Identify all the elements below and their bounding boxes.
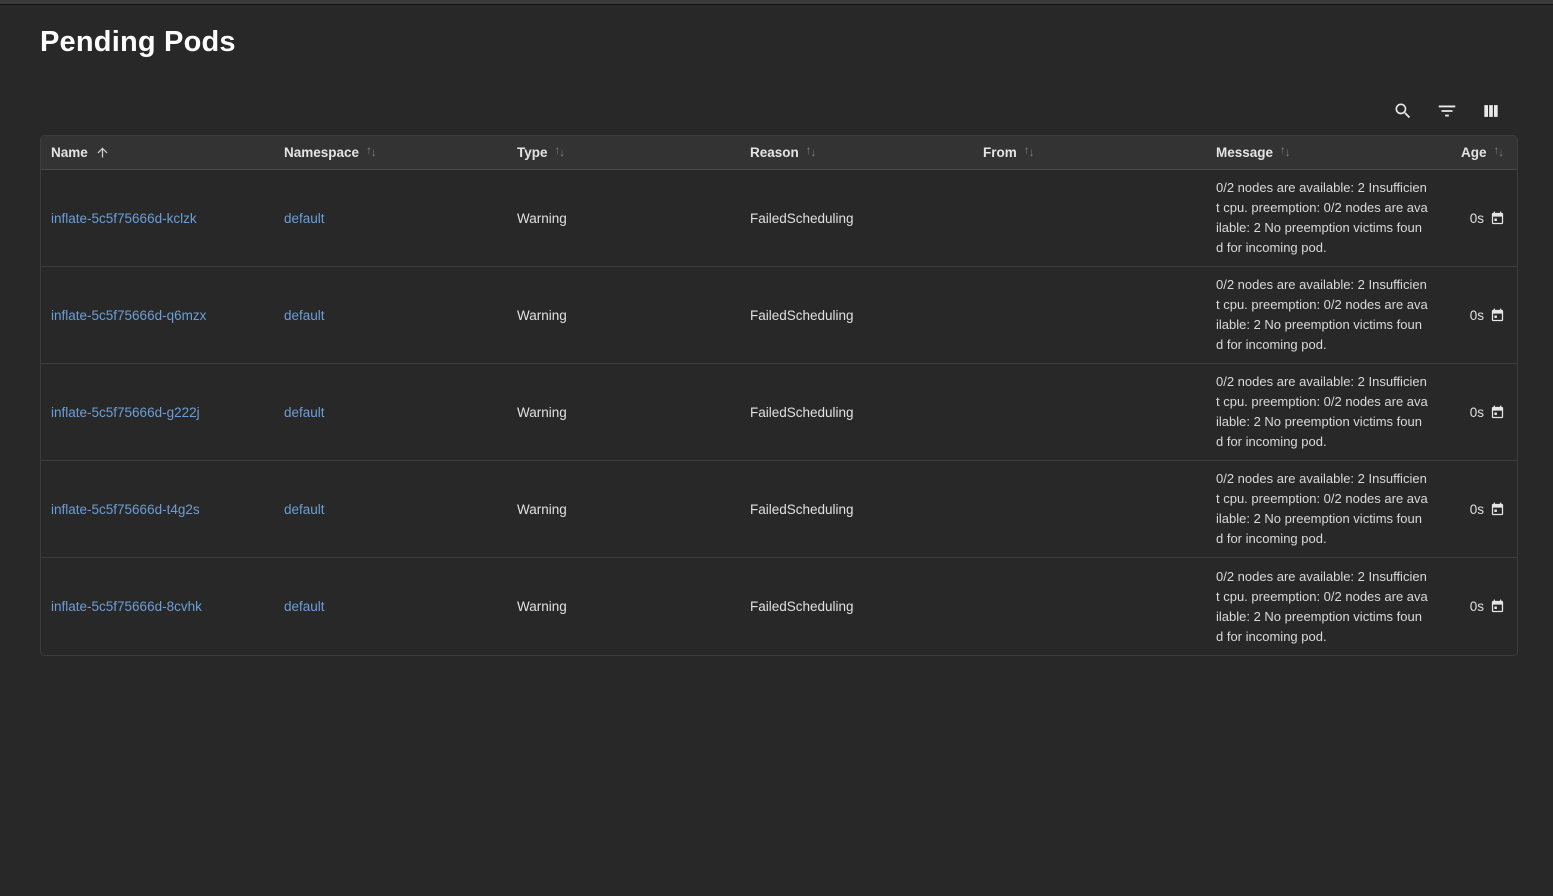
sort-icon: ↑↓: [555, 147, 565, 159]
namespace-cell: default: [274, 461, 507, 558]
pod-name-link[interactable]: inflate-5c5f75666d-g222j: [51, 405, 200, 420]
pod-name-link[interactable]: inflate-5c5f75666d-t4g2s: [51, 502, 200, 517]
pod-name-cell: inflate-5c5f75666d-t4g2s: [41, 461, 274, 558]
reason-cell: FailedScheduling: [740, 558, 973, 655]
age-cell: 0s: [1439, 461, 1517, 558]
table-row: inflate-5c5f75666d-g222j default Warning…: [41, 364, 1517, 461]
filter-icon: [1436, 100, 1458, 122]
pending-pods-table: Name ↑↓ Namespace ↑↓ Type ↑↓ Reason: [40, 135, 1518, 656]
table-row: inflate-5c5f75666d-kclzk default Warning…: [41, 170, 1517, 267]
reason-cell: FailedScheduling: [740, 267, 973, 364]
table-header: Name ↑↓ Namespace ↑↓ Type ↑↓ Reason: [41, 136, 1517, 170]
pod-name-link[interactable]: inflate-5c5f75666d-q6mzx: [51, 308, 206, 323]
namespace-link[interactable]: default: [284, 599, 325, 614]
pod-name-link[interactable]: inflate-5c5f75666d-8cvhk: [51, 599, 202, 614]
column-label: Name: [51, 145, 88, 160]
sort-icon: ↑↓: [1494, 147, 1504, 159]
pod-name-cell: inflate-5c5f75666d-8cvhk: [41, 558, 274, 655]
view-columns-icon: [1481, 101, 1501, 121]
type-cell: Warning: [507, 364, 740, 461]
message-cell: 0/2 nodes are available: 2 Insufficient …: [1206, 364, 1439, 461]
sort-icon: ↑↓: [1280, 147, 1290, 159]
search-icon: [1393, 101, 1413, 121]
namespace-cell: default: [274, 558, 507, 655]
calendar-icon: [1490, 308, 1505, 323]
column-header[interactable]: From ↑↓: [973, 136, 1206, 170]
age-value: 0s: [1470, 599, 1484, 614]
column-label: From: [983, 145, 1017, 160]
calendar-icon: [1490, 211, 1505, 226]
type-cell: Warning: [507, 461, 740, 558]
type-cell: Warning: [507, 558, 740, 655]
message-cell: 0/2 nodes are available: 2 Insufficient …: [1206, 461, 1439, 558]
pod-name-cell: inflate-5c5f75666d-q6mzx: [41, 267, 274, 364]
column-header[interactable]: Message ↑↓: [1206, 136, 1439, 170]
column-header[interactable]: Namespace ↑↓: [274, 136, 507, 170]
age-cell: 0s: [1439, 267, 1517, 364]
age-cell: 0s: [1439, 558, 1517, 655]
column-label: Age: [1461, 145, 1487, 160]
age-cell: 0s: [1439, 170, 1517, 267]
pod-name-link[interactable]: inflate-5c5f75666d-kclzk: [51, 211, 197, 226]
type-cell: Warning: [507, 170, 740, 267]
namespace-cell: default: [274, 267, 507, 364]
reason-cell: FailedScheduling: [740, 364, 973, 461]
pod-name-cell: inflate-5c5f75666d-kclzk: [41, 170, 274, 267]
from-cell: [973, 461, 1206, 558]
calendar-icon: [1490, 502, 1505, 517]
namespace-link[interactable]: default: [284, 405, 325, 420]
window-top-edge: [0, 0, 1553, 5]
table-toolbar: [0, 99, 1503, 123]
age-value: 0s: [1470, 405, 1484, 420]
column-header[interactable]: Type ↑↓: [507, 136, 740, 170]
table-row: inflate-5c5f75666d-8cvhk default Warning…: [41, 558, 1517, 655]
column-header[interactable]: Age ↑↓: [1439, 136, 1517, 170]
column-label: Type: [517, 145, 548, 160]
namespace-link[interactable]: default: [284, 502, 325, 517]
message-cell: 0/2 nodes are available: 2 Insufficient …: [1206, 558, 1439, 655]
namespace-link[interactable]: default: [284, 308, 325, 323]
sort-icon: ↑↓: [1024, 147, 1034, 159]
calendar-icon: [1490, 405, 1505, 420]
columns-button[interactable]: [1479, 99, 1503, 123]
from-cell: [973, 364, 1206, 461]
search-button[interactable]: [1391, 99, 1415, 123]
page-title: Pending Pods: [40, 25, 1553, 59]
pod-name-cell: inflate-5c5f75666d-g222j: [41, 364, 274, 461]
sort-ascending-icon: [95, 145, 110, 160]
column-label: Message: [1216, 145, 1273, 160]
message-cell: 0/2 nodes are available: 2 Insufficient …: [1206, 267, 1439, 364]
filter-button[interactable]: [1435, 99, 1459, 123]
age-cell: 0s: [1439, 364, 1517, 461]
column-label: Namespace: [284, 145, 359, 160]
age-value: 0s: [1470, 502, 1484, 517]
column-label: Reason: [750, 145, 799, 160]
type-cell: Warning: [507, 267, 740, 364]
sort-icon: ↑↓: [366, 147, 376, 159]
sort-icon: ↑↓: [806, 147, 816, 159]
namespace-link[interactable]: default: [284, 211, 325, 226]
message-cell: 0/2 nodes are available: 2 Insufficient …: [1206, 170, 1439, 267]
namespace-cell: default: [274, 364, 507, 461]
reason-cell: FailedScheduling: [740, 461, 973, 558]
from-cell: [973, 267, 1206, 364]
from-cell: [973, 558, 1206, 655]
calendar-icon: [1490, 599, 1505, 614]
column-header[interactable]: Name ↑↓: [41, 136, 274, 170]
namespace-cell: default: [274, 170, 507, 267]
table-row: inflate-5c5f75666d-t4g2s default Warning…: [41, 461, 1517, 558]
table-row: inflate-5c5f75666d-q6mzx default Warning…: [41, 267, 1517, 364]
from-cell: [973, 170, 1206, 267]
reason-cell: FailedScheduling: [740, 170, 973, 267]
column-header[interactable]: Reason ↑↓: [740, 136, 973, 170]
age-value: 0s: [1470, 211, 1484, 226]
age-value: 0s: [1470, 308, 1484, 323]
